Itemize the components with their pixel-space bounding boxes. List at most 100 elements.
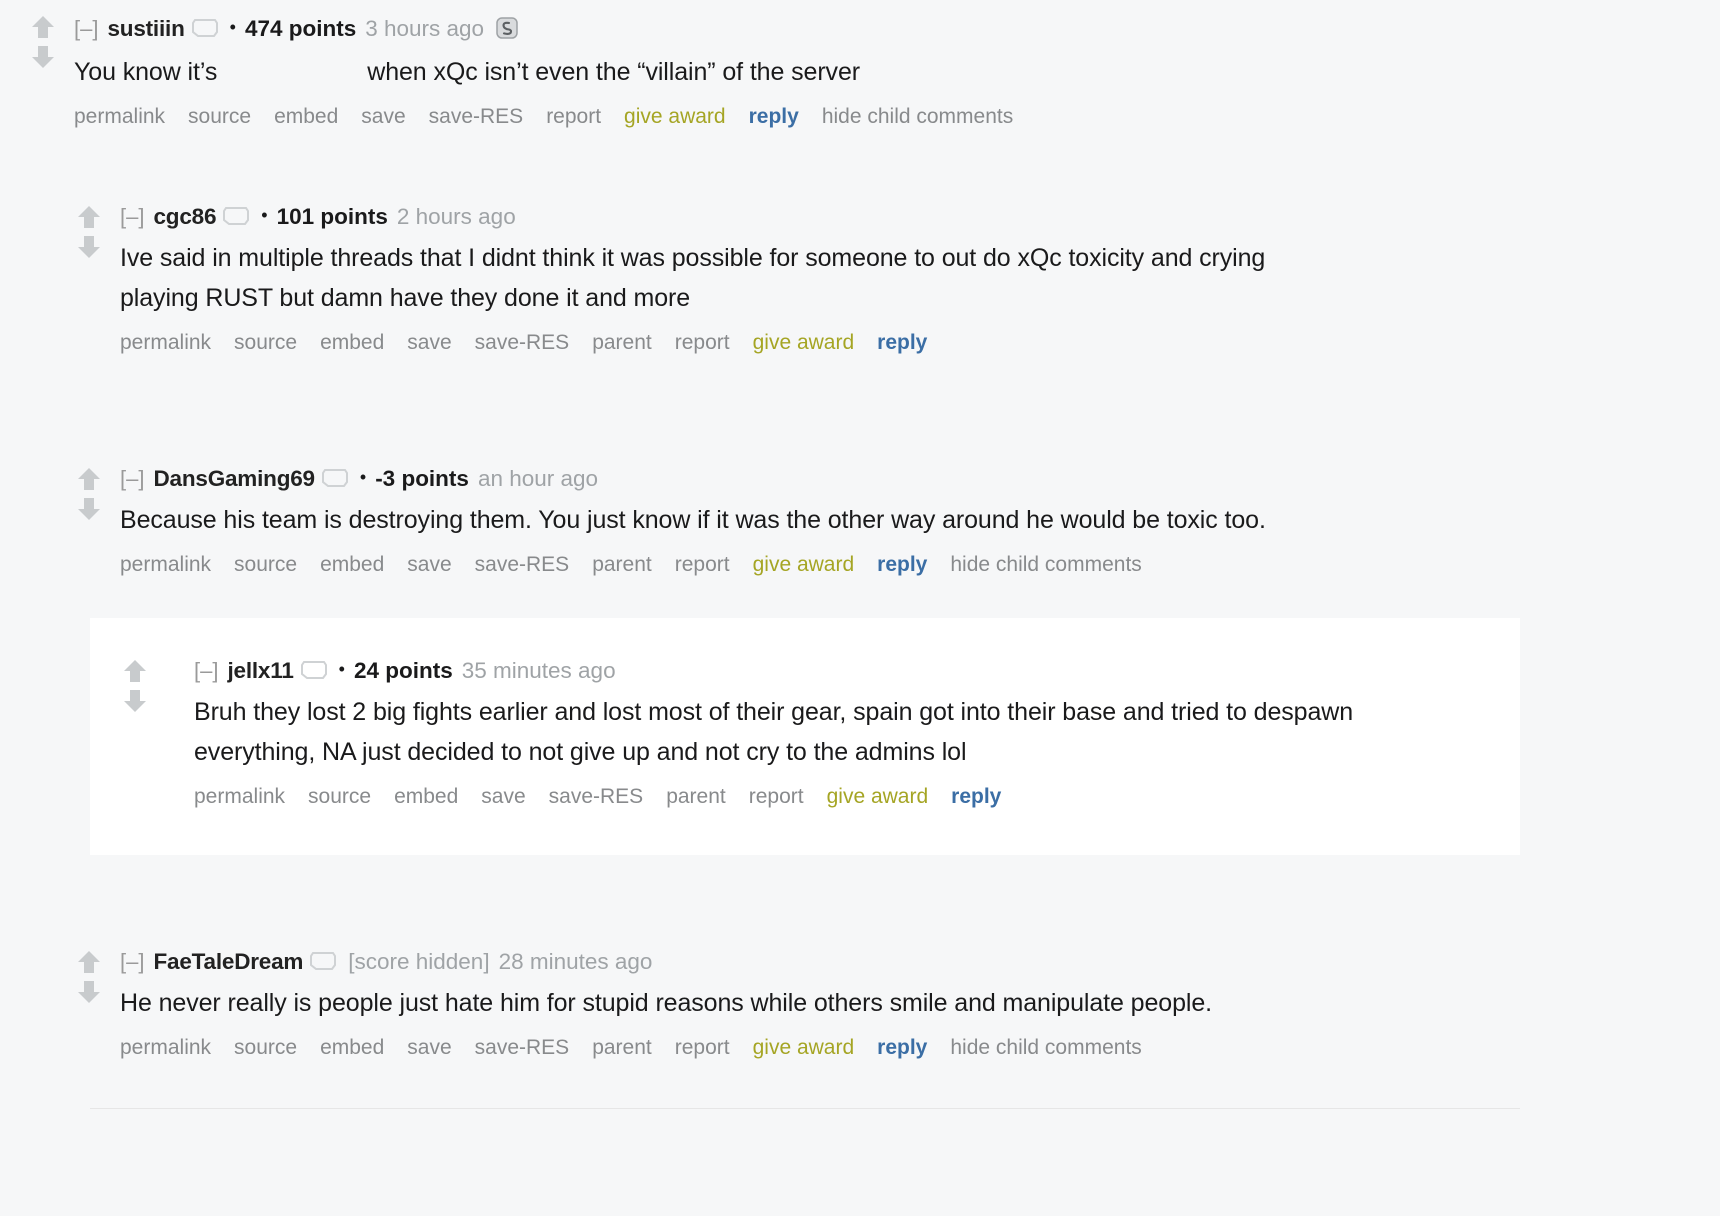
comment-faetaledream: [–] FaeTaleDream [score hidden] 28 minut…: [72, 947, 1672, 1062]
action-reply[interactable]: reply: [951, 785, 1001, 808]
action-reply[interactable]: reply: [877, 553, 927, 576]
action-permalink[interactable]: permalink: [120, 331, 211, 354]
action-source[interactable]: source: [188, 105, 251, 128]
vote-group: [118, 656, 152, 716]
comment-timestamp[interactable]: an hour ago: [478, 464, 598, 494]
action-parent[interactable]: parent: [666, 785, 726, 808]
comment-sustiiin: [–] sustiiin • 474 points 3 hours ago Yo…: [26, 12, 1686, 131]
silver-award-icon[interactable]: [494, 15, 520, 49]
action-reply[interactable]: reply: [877, 331, 927, 354]
action-hide-child-comments[interactable]: hide child comments: [822, 105, 1013, 128]
action-embed[interactable]: embed: [320, 1036, 384, 1059]
comment-timestamp[interactable]: 35 minutes ago: [462, 656, 616, 686]
action-permalink[interactable]: permalink: [120, 1036, 211, 1059]
collapse-toggle[interactable]: [–]: [120, 464, 144, 494]
comment-header: [–] DansGaming69 • -3 points an hour ago: [120, 464, 1672, 494]
action-embed[interactable]: embed: [320, 553, 384, 576]
action-report[interactable]: report: [749, 785, 804, 808]
action-source[interactable]: source: [234, 331, 297, 354]
comment-jellx11: [–] jellx11 • 24 points 35 minutes ago B…: [90, 618, 1520, 855]
comment-body: Bruh they lost 2 big fights earlier and …: [194, 698, 1354, 766]
comment-body: Because his team is destroying them. You…: [120, 506, 1266, 534]
downvote-arrow-icon[interactable]: [76, 232, 102, 262]
action-give-award[interactable]: give award: [624, 105, 726, 128]
comment-actions: permalink source embed save save-RES parent re…: [120, 551, 1672, 579]
action-save[interactable]: save: [361, 105, 405, 128]
upvote-arrow-icon[interactable]: [76, 464, 102, 494]
downvote-arrow-icon[interactable]: [76, 494, 102, 524]
action-reply[interactable]: reply: [749, 105, 799, 128]
action-source[interactable]: source: [234, 553, 297, 576]
action-save-res[interactable]: save-RES: [475, 1036, 570, 1059]
comment-text-after: when xQc isn’t even the “villain” of the…: [367, 58, 860, 86]
comment-author[interactable]: sustiiin: [107, 14, 184, 44]
comment-score: 24 points: [353, 658, 453, 683]
comment-score: 101 points: [276, 204, 388, 229]
separator-bullet: •: [261, 205, 268, 225]
upvote-arrow-icon[interactable]: [122, 656, 148, 686]
action-save-res[interactable]: save-RES: [475, 331, 570, 354]
upvote-arrow-icon[interactable]: [76, 202, 102, 232]
action-hide-child-comments[interactable]: hide child comments: [950, 1036, 1141, 1059]
downvote-arrow-icon[interactable]: [122, 686, 148, 716]
comment-body: Ive said in multiple threads that I didn…: [120, 244, 1266, 312]
action-permalink[interactable]: permalink: [194, 785, 285, 808]
action-report[interactable]: report: [675, 331, 730, 354]
upvote-arrow-icon[interactable]: [76, 947, 102, 977]
downvote-arrow-icon[interactable]: [30, 42, 56, 72]
upvote-arrow-icon[interactable]: [30, 12, 56, 42]
comment-body: You know it’s when xQc isn’t even the “vi…: [74, 52, 1414, 92]
action-save[interactable]: save: [481, 785, 525, 808]
action-save-res[interactable]: save-RES: [549, 785, 644, 808]
action-permalink[interactable]: permalink: [120, 553, 211, 576]
comment-body: He never really is people just hate him …: [120, 989, 1212, 1017]
collapse-toggle[interactable]: [–]: [120, 202, 144, 232]
action-embed[interactable]: embed: [274, 105, 338, 128]
collapse-toggle[interactable]: [–]: [194, 656, 218, 686]
comment-author[interactable]: DansGaming69: [153, 464, 315, 494]
downvote-arrow-icon[interactable]: [76, 977, 102, 1007]
action-save[interactable]: save: [407, 1036, 451, 1059]
comment-thread: [–] sustiiin • 474 points 3 hours ago Yo…: [0, 0, 1720, 1216]
comment-score: -3 points: [375, 466, 469, 491]
comment-text-before: You know it’s: [74, 58, 218, 86]
comment-timestamp[interactable]: 28 minutes ago: [499, 947, 653, 977]
vote-group: [72, 947, 106, 1007]
action-report[interactable]: report: [546, 105, 601, 128]
action-save-res[interactable]: save-RES: [429, 105, 524, 128]
action-embed[interactable]: embed: [320, 331, 384, 354]
action-give-award[interactable]: give award: [753, 553, 855, 576]
action-parent[interactable]: parent: [592, 1036, 652, 1059]
comment-header: [–] jellx11 • 24 points 35 minutes ago: [194, 656, 1520, 686]
action-permalink[interactable]: permalink: [74, 105, 165, 128]
comment-cgc86: [–] cgc86 • 101 points 2 hours ago Ive s…: [72, 202, 1672, 357]
action-give-award[interactable]: give award: [753, 331, 855, 354]
comment-author[interactable]: cgc86: [153, 202, 216, 232]
action-hide-child-comments[interactable]: hide child comments: [950, 553, 1141, 576]
action-give-award[interactable]: give award: [827, 785, 929, 808]
comment-header: [–] sustiiin • 474 points 3 hours ago: [74, 12, 1686, 46]
comment-timestamp[interactable]: 3 hours ago: [365, 14, 484, 44]
comment-author[interactable]: FaeTaleDream: [153, 947, 303, 977]
comment-bubble-icon: [321, 466, 348, 496]
action-embed[interactable]: embed: [394, 785, 458, 808]
comment-timestamp[interactable]: 2 hours ago: [397, 202, 516, 232]
action-reply[interactable]: reply: [877, 1036, 927, 1059]
action-report[interactable]: report: [675, 1036, 730, 1059]
collapse-toggle[interactable]: [–]: [74, 14, 98, 44]
comment-actions: permalink source embed save save-RES parent re…: [194, 783, 1520, 811]
comment-score: [score hidden]: [348, 949, 490, 974]
comment-header: [–] cgc86 • 101 points 2 hours ago: [120, 202, 1672, 232]
comment-author[interactable]: jellx11: [227, 656, 293, 686]
comment-bubble-icon: [310, 949, 337, 979]
action-parent[interactable]: parent: [592, 553, 652, 576]
action-source[interactable]: source: [308, 785, 371, 808]
action-source[interactable]: source: [234, 1036, 297, 1059]
action-save-res[interactable]: save-RES: [475, 553, 570, 576]
action-give-award[interactable]: give award: [753, 1036, 855, 1059]
collapse-toggle[interactable]: [–]: [120, 947, 144, 977]
action-save[interactable]: save: [407, 331, 451, 354]
action-report[interactable]: report: [675, 553, 730, 576]
action-save[interactable]: save: [407, 553, 451, 576]
action-parent[interactable]: parent: [592, 331, 652, 354]
